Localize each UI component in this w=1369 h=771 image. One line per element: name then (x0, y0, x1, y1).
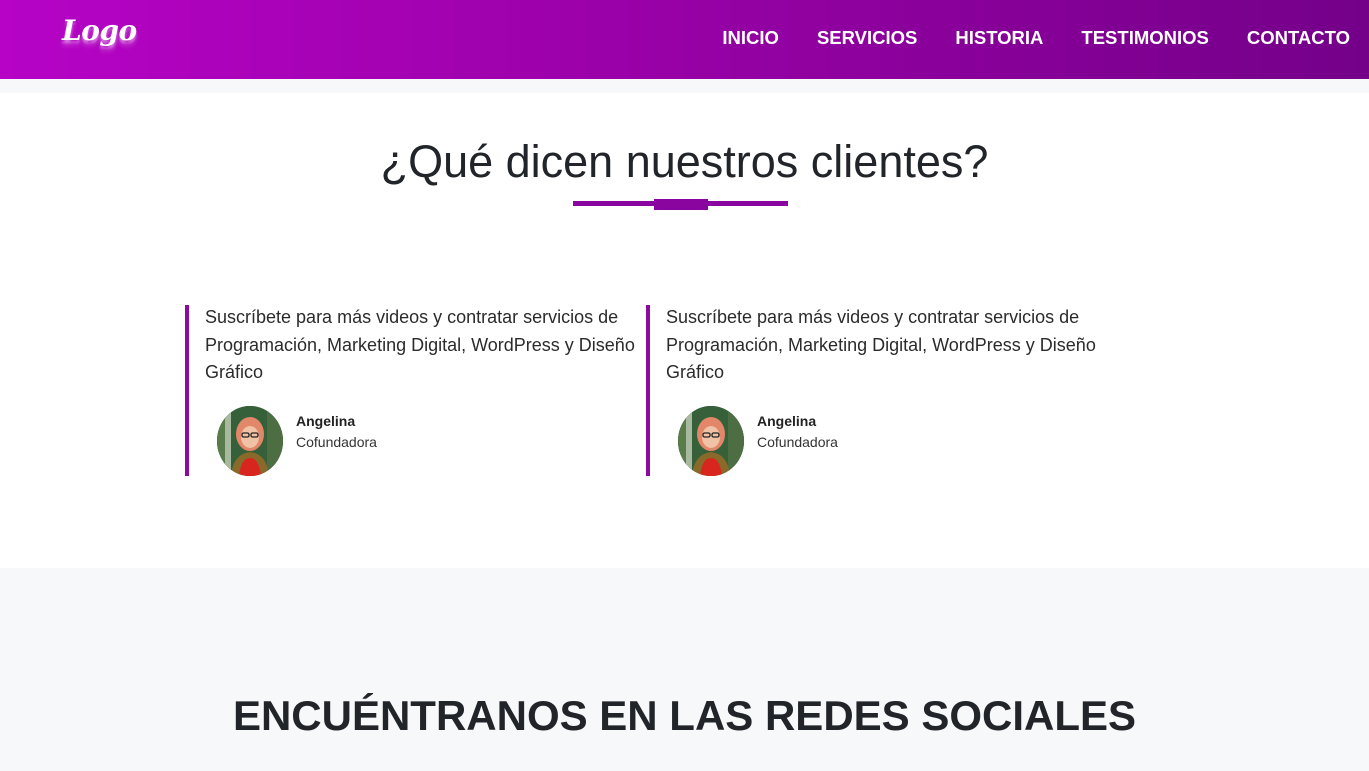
title-divider (573, 199, 788, 210)
nav-link-testimonios[interactable]: TESTIMONIOS (1081, 27, 1208, 49)
testimonial-card: Suscríbete para más videos y contratar s… (185, 305, 635, 476)
social-section: ENCUÉNTRANOS EN LAS REDES SOCIALES (0, 568, 1369, 771)
section-title: ¿Qué dicen nuestros clientes? (380, 136, 989, 187)
testimonial-author: Angelina Cofundadora (678, 406, 838, 476)
author-role: Cofundadora (296, 434, 377, 450)
testimonial-quote: Suscríbete para más videos y contratar s… (205, 307, 635, 382)
logo[interactable]: Logo (62, 14, 137, 47)
author-role: Cofundadora (757, 434, 838, 450)
nav-link-historia[interactable]: HISTORIA (955, 27, 1043, 49)
testimonial-card: Suscríbete para más videos y contratar s… (646, 305, 1096, 476)
avatar (217, 406, 283, 476)
social-title: ENCUÉNTRANOS EN LAS REDES SOCIALES (232, 692, 1137, 739)
author-name: Angelina (296, 413, 356, 429)
header-spacer (0, 79, 1369, 93)
nav-menu: INICIO SERVICIOS HISTORIA TESTIMONIOS CO… (722, 27, 1350, 49)
nav-link-inicio[interactable]: INICIO (722, 27, 779, 49)
nav-link-contacto[interactable]: CONTACTO (1247, 27, 1350, 49)
navbar: Logo INICIO SERVICIOS HISTORIA TESTIMONI… (0, 0, 1369, 79)
testimonial-author: Angelina Cofundadora (217, 406, 377, 476)
avatar (678, 406, 744, 476)
author-name: Angelina (757, 413, 817, 429)
nav-link-servicios[interactable]: SERVICIOS (817, 27, 917, 49)
testimonial-quote: Suscríbete para más videos y contratar s… (666, 307, 1096, 382)
